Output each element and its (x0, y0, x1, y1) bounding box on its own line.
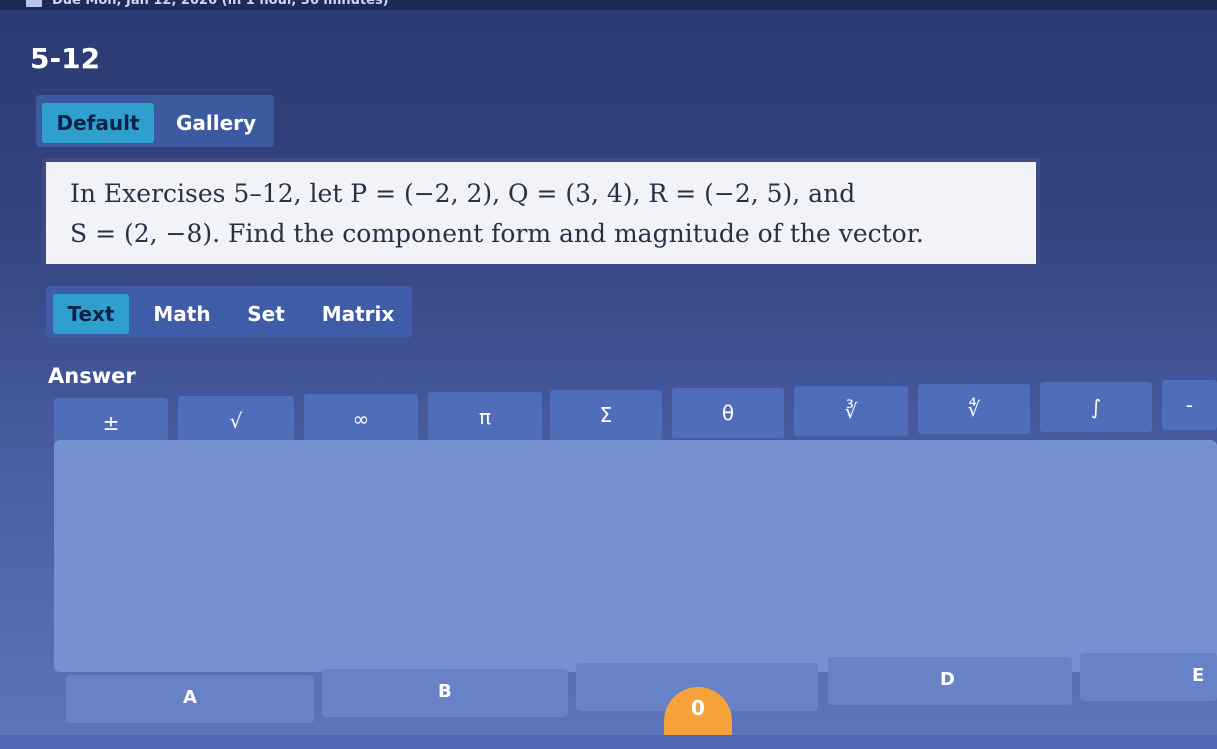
choice-a-label: A (183, 687, 197, 708)
integral-button[interactable]: ∫ (1040, 382, 1152, 432)
minus-button[interactable]: - (1162, 380, 1217, 430)
tab-set[interactable]: Set (236, 294, 296, 334)
question-box: In Exercises 5–12, let P = (−2, 2), Q = … (42, 158, 1040, 268)
view-tabs: Default Gallery (36, 95, 274, 147)
answer-input-area[interactable] (54, 440, 1217, 672)
choice-d-label: D (940, 669, 955, 690)
theta-button[interactable]: θ (672, 388, 784, 438)
pi-button[interactable]: π (428, 392, 542, 442)
question-line-2: S = (2, −8). Find the component form and… (70, 219, 924, 248)
tab-default[interactable]: Default (42, 103, 154, 143)
fourth-root-button[interactable]: ∜ (918, 384, 1030, 434)
choices-row: A B D E (0, 653, 1217, 725)
bottom-toolbar (0, 735, 1217, 749)
choice-b-label: B (438, 681, 452, 702)
tab-gallery[interactable]: Gallery (166, 103, 266, 143)
sqrt-button[interactable]: √ (178, 396, 294, 446)
choice-e-label: E (1192, 665, 1205, 686)
page-title: 5-12 (30, 42, 101, 75)
infinity-button[interactable]: ∞ (304, 394, 418, 444)
due-date-text: Due Mon, Jan 12, 2026 (in 1 hour, 36 min… (52, 0, 389, 8)
cube-root-button[interactable]: ∛ (794, 386, 908, 436)
answer-mode-tabs: Text Math Set Matrix (46, 286, 412, 338)
tab-text[interactable]: Text (53, 294, 129, 334)
tab-matrix[interactable]: Matrix (316, 294, 400, 334)
sigma-button[interactable]: Σ (550, 390, 662, 440)
question-text: In Exercises 5–12, let P = (−2, 2), Q = … (70, 174, 1020, 254)
calendar-icon (26, 0, 42, 7)
question-line-1: In Exercises 5–12, let P = (−2, 2), Q = … (70, 179, 856, 208)
top-strip: Due Mon, Jan 12, 2026 (in 1 hour, 36 min… (0, 0, 1217, 10)
symbol-toolbar: ± √ ∞ π Σ θ ∛ ∜ ∫ - (0, 380, 1217, 448)
tab-math[interactable]: Math (144, 294, 220, 334)
